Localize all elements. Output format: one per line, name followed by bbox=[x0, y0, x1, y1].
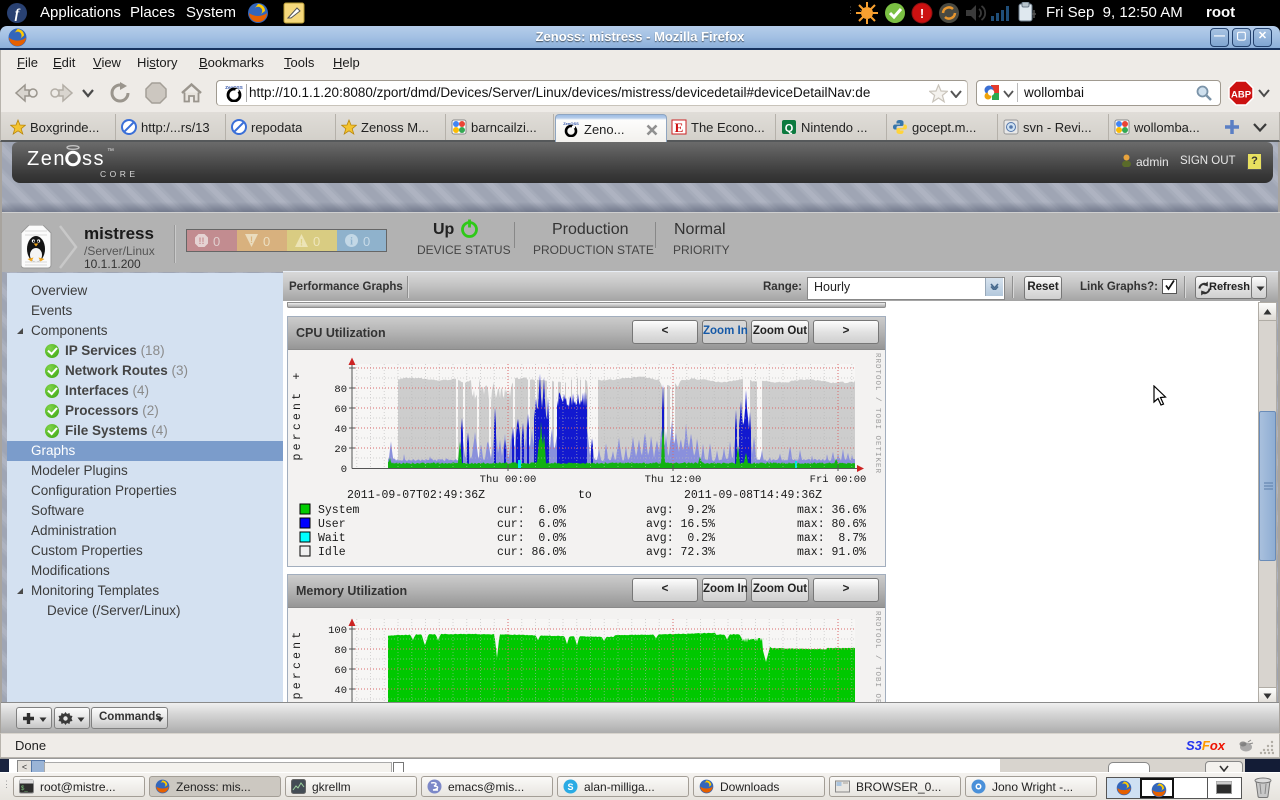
svg-text:max: 36.6%: max: 36.6% bbox=[797, 504, 866, 517]
svg-text:!: ! bbox=[300, 238, 303, 248]
svg-text:cur: 6.0%: cur: 6.0% bbox=[497, 504, 566, 517]
svg-text:40: 40 bbox=[334, 685, 347, 697]
svg-text:avg: 72.3%: avg: 72.3% bbox=[646, 546, 715, 559]
svg-text:percent +: percent + bbox=[291, 370, 304, 461]
svg-text:40: 40 bbox=[334, 424, 347, 436]
svg-text:User: User bbox=[318, 518, 346, 531]
svg-text:Zen: Zen bbox=[27, 148, 66, 170]
svg-text:$_: $_ bbox=[21, 786, 28, 792]
svg-text:Q: Q bbox=[785, 123, 794, 135]
svg-text:Wait: Wait bbox=[318, 532, 346, 545]
svg-text:Idle: Idle bbox=[318, 546, 346, 559]
svg-text:60: 60 bbox=[334, 665, 347, 677]
svg-text:Thu 12:00: Thu 12:00 bbox=[645, 474, 702, 486]
svg-text:max: 80.6%: max: 80.6% bbox=[797, 518, 866, 531]
svg-text:2011-09-07T02:49:36Z: 2011-09-07T02:49:36Z bbox=[347, 489, 485, 502]
svg-text:20: 20 bbox=[334, 444, 347, 456]
svg-text:Thu 00:00: Thu 00:00 bbox=[480, 474, 537, 486]
svg-text:cur: 0.0%: cur: 0.0% bbox=[497, 532, 566, 545]
svg-text:100: 100 bbox=[328, 625, 347, 637]
svg-text:i: i bbox=[350, 237, 353, 248]
svg-text:percent: percent bbox=[291, 629, 304, 700]
svg-text:E: E bbox=[675, 120, 684, 135]
svg-text:80: 80 bbox=[334, 384, 347, 396]
svg-text:ss: ss bbox=[82, 148, 105, 170]
svg-text:2011-09-08T14:49:36Z: 2011-09-08T14:49:36Z bbox=[684, 489, 822, 502]
svg-text:ABP: ABP bbox=[1231, 90, 1252, 101]
svg-text:!: ! bbox=[920, 6, 924, 21]
svg-text:80: 80 bbox=[334, 645, 347, 657]
svg-text:™: ™ bbox=[107, 148, 114, 155]
svg-text:cur: 86.0%: cur: 86.0% bbox=[497, 546, 566, 559]
svg-text:0: 0 bbox=[341, 464, 347, 476]
svg-text:max: 8.7%: max: 8.7% bbox=[797, 532, 866, 545]
svg-text:!: ! bbox=[250, 235, 253, 245]
svg-text:avg: 0.2%: avg: 0.2% bbox=[646, 532, 715, 545]
svg-text:CORE: CORE bbox=[100, 169, 139, 179]
svg-text:!!: !! bbox=[199, 236, 205, 246]
svg-text:RRDTOOL / TOBI OET: RRDTOOL / TOBI OET bbox=[873, 611, 881, 704]
svg-text:System: System bbox=[318, 504, 360, 517]
svg-text:RRDTOOL / TOBI OETIKER: RRDTOOL / TOBI OETIKER bbox=[873, 353, 881, 474]
svg-text:S: S bbox=[567, 782, 573, 792]
svg-text:avg: 16.5%: avg: 16.5% bbox=[646, 518, 715, 531]
svg-text:cur: 6.0%: cur: 6.0% bbox=[497, 518, 566, 531]
svg-text:to: to bbox=[578, 489, 592, 502]
svg-text:60: 60 bbox=[334, 404, 347, 416]
svg-text:max: 91.0%: max: 91.0% bbox=[797, 546, 866, 559]
svg-text:Fri 00:00: Fri 00:00 bbox=[810, 474, 867, 486]
svg-text:avg: 9.2%: avg: 9.2% bbox=[646, 504, 715, 517]
